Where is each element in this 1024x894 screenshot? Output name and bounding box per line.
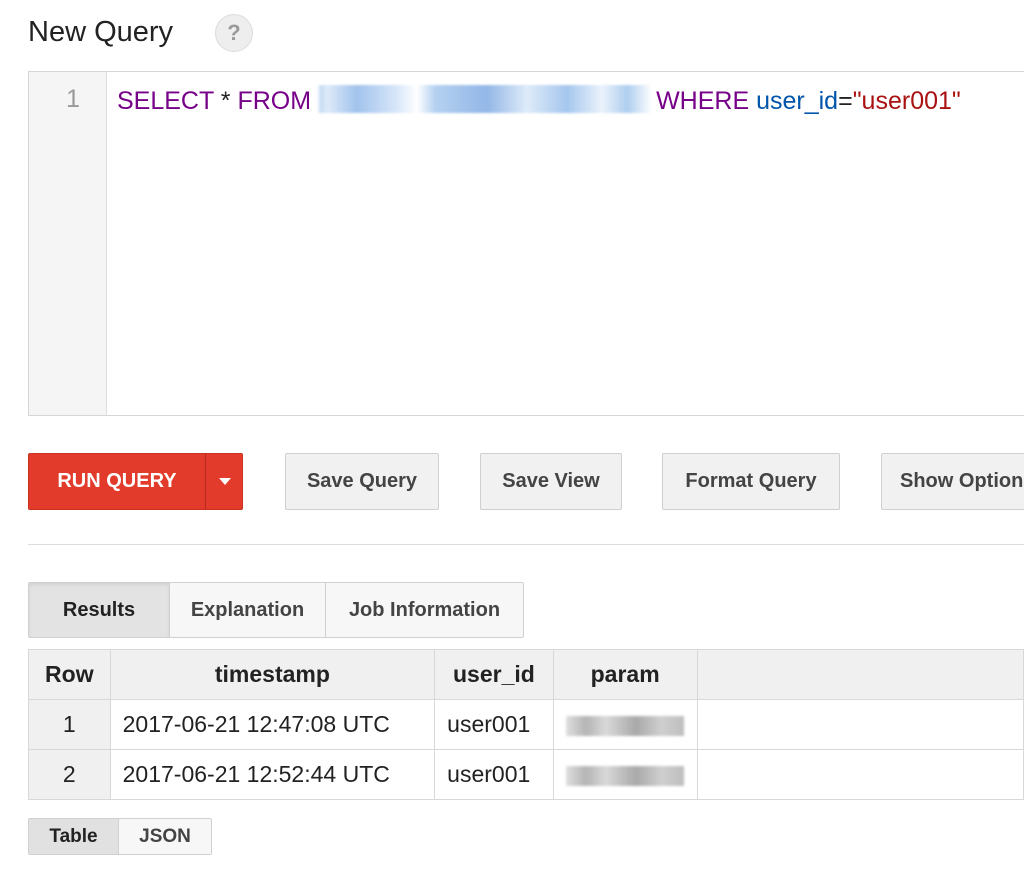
tab-job-information[interactable]: Job Information bbox=[326, 583, 523, 637]
field-name: user_id bbox=[756, 87, 839, 115]
operator-star: * bbox=[220, 87, 231, 115]
filler-cell bbox=[696, 699, 1024, 750]
query-editor[interactable]: 1 SELECT * FROM WHERE user_id="user001" bbox=[28, 71, 1024, 416]
row-number: 1 bbox=[28, 699, 111, 750]
section-divider bbox=[28, 544, 1024, 545]
row-number: 2 bbox=[28, 749, 111, 800]
format-query-button[interactable]: Format Query bbox=[662, 453, 840, 510]
code-line[interactable]: SELECT * FROM WHERE user_id="user001" bbox=[117, 85, 961, 116]
table-row: 2 2017-06-21 12:52:44 UTC user001 bbox=[28, 749, 1024, 800]
user-id-cell: user001 bbox=[434, 699, 554, 750]
operator-equals: = bbox=[838, 87, 853, 115]
line-number: 1 bbox=[66, 85, 80, 113]
user-id-cell: user001 bbox=[434, 749, 554, 800]
save-view-button[interactable]: Save View bbox=[480, 453, 622, 510]
results-table: Row timestamp user_id param 1 2017-06-21… bbox=[28, 649, 1024, 800]
keyword-where: WHERE bbox=[656, 87, 750, 115]
keyword-select: SELECT bbox=[117, 87, 214, 115]
run-options-dropdown[interactable] bbox=[206, 454, 243, 509]
run-query-label[interactable]: RUN QUERY bbox=[29, 454, 205, 509]
chevron-down-icon bbox=[218, 478, 231, 485]
timestamp-cell: 2017-06-21 12:47:08 UTC bbox=[109, 699, 436, 750]
table-header-row: Row timestamp user_id param bbox=[28, 649, 1024, 700]
column-header-param: param bbox=[552, 649, 698, 700]
column-header-user-id: user_id bbox=[434, 649, 554, 700]
filler-cell bbox=[696, 749, 1024, 800]
show-options-button[interactable]: Show Options bbox=[881, 453, 1024, 510]
query-page: New Query ? 1 SELECT * FROM WHERE user_id… bbox=[0, 0, 1024, 894]
column-header-filler bbox=[696, 649, 1024, 700]
result-format-toggle: Table JSON bbox=[28, 818, 212, 855]
tab-results[interactable]: Results bbox=[29, 583, 170, 637]
table-row: 1 2017-06-21 12:47:08 UTC user001 bbox=[28, 699, 1024, 750]
page-title: New Query bbox=[28, 16, 174, 48]
redacted-param-value bbox=[565, 715, 684, 736]
line-gutter: 1 bbox=[29, 72, 107, 415]
tab-explanation[interactable]: Explanation bbox=[170, 583, 326, 637]
string-literal: "user001" bbox=[852, 87, 961, 115]
keyword-from: FROM bbox=[237, 87, 312, 115]
results-tabs: Results Explanation Job Information bbox=[28, 582, 524, 638]
param-cell bbox=[552, 699, 698, 750]
save-query-button[interactable]: Save Query bbox=[285, 453, 439, 510]
column-header-timestamp: timestamp bbox=[109, 649, 436, 700]
param-cell bbox=[552, 749, 698, 800]
timestamp-cell: 2017-06-21 12:52:44 UTC bbox=[109, 749, 436, 800]
column-header-row: Row bbox=[28, 649, 111, 700]
help-icon[interactable]: ? bbox=[215, 14, 253, 52]
format-table-button[interactable]: Table bbox=[29, 819, 119, 854]
redacted-param-value bbox=[565, 765, 684, 786]
redacted-table-name bbox=[317, 85, 653, 113]
format-json-button[interactable]: JSON bbox=[119, 819, 211, 854]
run-query-button[interactable]: RUN QUERY bbox=[28, 453, 243, 510]
